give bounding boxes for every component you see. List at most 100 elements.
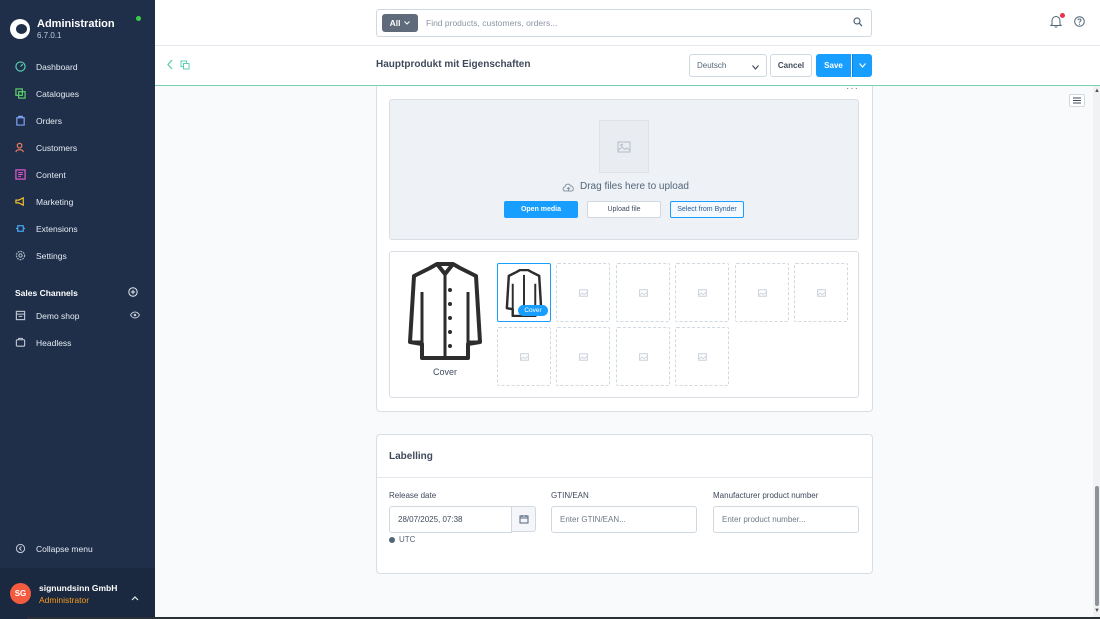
image-placeholder-icon: [757, 288, 767, 297]
sidebar-item-label: Customers: [36, 142, 78, 153]
collapse-menu-label: Collapse menu: [36, 543, 93, 554]
catalogue-icon: [15, 88, 26, 99]
sidebar-item-label: Catalogues: [36, 88, 80, 99]
cover-label: Cover: [433, 367, 458, 377]
sidebar-item-marketing[interactable]: Marketing: [0, 188, 155, 215]
image-placeholder-icon: [816, 288, 826, 297]
sidebar-item-extensions[interactable]: Extensions: [0, 215, 155, 242]
sales-channel-label: Headless: [36, 337, 72, 348]
orders-icon: [15, 115, 26, 126]
search-type-select[interactable]: All: [382, 14, 418, 32]
sidebar-item-label: Settings: [36, 250, 67, 261]
chevron-down-icon: [404, 21, 411, 25]
scroll-up-icon[interactable]: ▲: [1094, 88, 1100, 94]
image-placeholder-icon: [638, 288, 648, 297]
chevron-down-icon: [859, 63, 866, 68]
language-select[interactable]: Deutsch: [689, 54, 767, 77]
copy-icon[interactable]: [180, 59, 190, 73]
sidebar-item-label: Dashboard: [36, 61, 78, 72]
open-media-button[interactable]: Open media: [504, 201, 578, 218]
scrollbar-thumb[interactable]: [1095, 486, 1099, 606]
gallery-thumbnail[interactable]: [616, 263, 670, 322]
drop-text: Drag files here to upload: [580, 181, 689, 192]
gallery-thumbnail[interactable]: [556, 327, 610, 386]
sidebar-toggle-menu-icon[interactable]: [1069, 94, 1085, 107]
cancel-button[interactable]: Cancel: [770, 54, 812, 77]
image-placeholder-icon: [578, 352, 588, 361]
eye-icon[interactable]: [129, 311, 141, 321]
search-input[interactable]: Find products, customers, orders...: [426, 18, 853, 28]
headless-icon: [15, 337, 26, 348]
gallery-thumbnail[interactable]: [675, 327, 729, 386]
sales-channel-headless[interactable]: Headless: [0, 329, 155, 356]
sidebar-item-orders[interactable]: Orders: [0, 107, 155, 134]
scroll-down-icon[interactable]: ▼: [1094, 608, 1100, 614]
gallery-thumbnail[interactable]: [794, 263, 848, 322]
save-options-button[interactable]: [852, 54, 872, 77]
user-menu[interactable]: SG signundsinn GmbH Administrator: [0, 568, 155, 619]
online-status-dot: [136, 16, 141, 21]
sidebar-item-label: Extensions: [36, 223, 78, 234]
notification-dot: [1060, 13, 1065, 18]
help-icon[interactable]: [1074, 16, 1085, 30]
manufacturer-number-label: Manufacturer product number: [713, 491, 819, 500]
drop-hint: Drag files here to upload: [562, 181, 689, 192]
sales-channels-title: Sales Channels: [15, 288, 78, 298]
cover-image[interactable]: [404, 262, 486, 360]
image-placeholder-icon: [697, 288, 707, 297]
gallery-thumbnail[interactable]: [616, 327, 670, 386]
more-options-icon[interactable]: ···: [846, 83, 859, 94]
save-button[interactable]: Save: [816, 54, 851, 77]
page-title: Hauptprodukt mit Eigenschaften: [376, 59, 531, 70]
global-search[interactable]: All Find products, customers, orders...: [376, 9, 872, 37]
cover-badge: Cover: [518, 305, 548, 316]
sidebar-item-catalogues[interactable]: Catalogues: [0, 80, 155, 107]
release-date-input[interactable]: 28/07/2025, 07:38: [389, 506, 512, 533]
labelling-title: Labelling: [389, 451, 433, 462]
chevron-up-icon: [131, 590, 139, 604]
release-date-label: Release date: [389, 491, 437, 500]
gtin-label: GTIN/EAN: [551, 491, 589, 500]
upload-file-button[interactable]: Upload file: [587, 201, 661, 218]
gallery-thumbnail[interactable]: [675, 263, 729, 322]
add-sales-channel-icon[interactable]: [128, 287, 138, 299]
smart-bar: Hauptprodukt mit Eigenschaften Deutsch C…: [155, 46, 1100, 86]
sidebar-item-customers[interactable]: Customers: [0, 134, 155, 161]
sidebar-item-label: Orders: [36, 115, 62, 126]
back-arrow-icon[interactable]: [166, 59, 174, 73]
extensions-icon: [15, 223, 26, 234]
app-version: 6.7.0.1: [37, 31, 62, 40]
manufacturer-number-input[interactable]: Enter product number...: [713, 506, 859, 533]
sidebar-item-settings[interactable]: Settings: [0, 242, 155, 269]
sales-channels-header: Sales Channels: [0, 284, 155, 302]
sidebar-item-label: Content: [36, 169, 66, 180]
sidebar-item-content[interactable]: Content: [0, 161, 155, 188]
brand[interactable]: Administration 6.7.0.1: [0, 0, 155, 46]
settings-icon: [15, 250, 26, 261]
user-role: Administrator: [39, 594, 90, 605]
gtin-input[interactable]: Enter GTIN/EAN...: [551, 506, 697, 533]
timezone-label: UTC: [399, 535, 416, 544]
sidebar-item-dashboard[interactable]: Dashboard: [0, 53, 155, 80]
collapse-menu-button[interactable]: Collapse menu: [15, 543, 93, 554]
avatar: SG: [10, 583, 31, 604]
sidebar: Administration 6.7.0.1 Dashboard Catalog…: [0, 0, 155, 619]
gallery-thumbnail[interactable]: [735, 263, 789, 322]
sidebar-item-label: Marketing: [36, 196, 74, 207]
language-value: Deutsch: [697, 61, 727, 70]
gallery-thumbnail[interactable]: [556, 263, 610, 322]
dashboard-icon: [15, 61, 26, 72]
calendar-icon[interactable]: [511, 506, 536, 532]
content-icon: [15, 169, 26, 180]
search-icon[interactable]: [853, 16, 863, 30]
marketing-icon: [15, 196, 26, 207]
gallery-thumbnail[interactable]: [497, 327, 551, 386]
collapse-icon: [15, 543, 26, 554]
sales-channel-demo-shop[interactable]: Demo shop: [0, 302, 155, 329]
image-placeholder-icon: [578, 288, 588, 297]
app-title: Administration: [37, 18, 115, 30]
storefront-icon: [15, 310, 26, 321]
customers-icon: [15, 142, 26, 153]
select-from-bynder-button[interactable]: Select from Bynder: [670, 201, 744, 218]
image-placeholder-icon: [697, 352, 707, 361]
